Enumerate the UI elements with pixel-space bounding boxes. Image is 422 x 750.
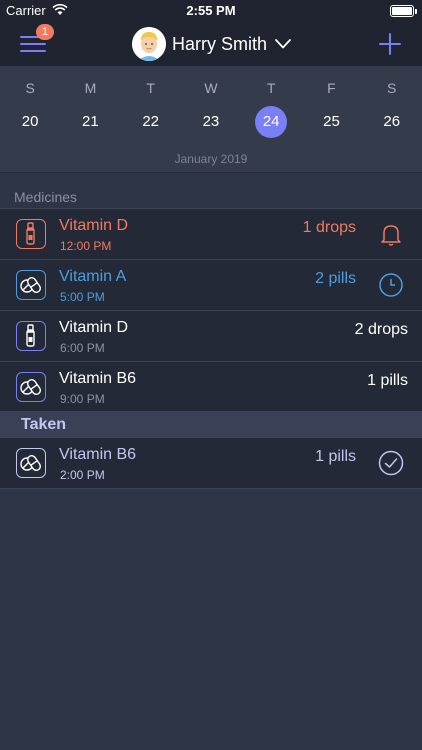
calendar-day[interactable]: 22 — [142, 113, 159, 130]
calendar-day[interactable]: 20 — [22, 113, 39, 130]
weekday-letter: T — [146, 80, 155, 96]
calendar-day-selected[interactable]: 24 — [255, 106, 288, 138]
bell-icon[interactable] — [378, 221, 404, 247]
notification-badge: 1 — [36, 24, 54, 40]
medicine-amount: 2 pills — [315, 270, 356, 287]
clock-icon[interactable] — [378, 272, 404, 298]
calendar-day[interactable]: 21 — [82, 113, 99, 130]
medicine-time: 9:00 PM — [60, 392, 105, 406]
status-bar: Carrier 2:55 PM — [0, 0, 422, 22]
taken-list: Vitamin B6 2:00 PM 1 pills — [0, 437, 422, 488]
pills-icon — [16, 270, 46, 300]
medicine-name: Vitamin B6 — [59, 370, 137, 387]
weekday-letters: S M T W T F S — [0, 80, 422, 98]
avatar — [132, 27, 166, 61]
chevron-down-icon — [275, 39, 291, 49]
section-title: Taken — [21, 416, 67, 433]
dropper-icon — [16, 219, 46, 249]
calendar-day[interactable]: 26 — [383, 113, 400, 130]
medicine-amount: 2 drops — [354, 321, 408, 338]
list-item[interactable]: Vitamin B6 2:00 PM 1 pills — [0, 437, 422, 488]
weekday-letter: S — [387, 80, 397, 96]
calendar-day[interactable]: 25 — [323, 113, 340, 130]
medicine-time: 12:00 PM — [60, 239, 112, 253]
pills-icon — [16, 448, 46, 478]
calendar-day[interactable]: 23 — [203, 113, 220, 130]
section-header-medicines: Medicines — [0, 172, 422, 208]
pills-icon — [16, 372, 46, 402]
section-header-taken: Taken — [0, 411, 422, 438]
list-item[interactable]: Vitamin B6 9:00 PM 1 pills — [0, 361, 422, 412]
divider — [0, 488, 422, 489]
list-item[interactable]: Vitamin D 6:00 PM 2 drops — [0, 310, 422, 361]
medicine-time: 5:00 PM — [60, 290, 105, 304]
medicine-name: Vitamin A — [59, 268, 127, 285]
medicines-list: Vitamin D 12:00 PM 1 drops Vitamin A 5:0… — [0, 208, 422, 412]
list-item[interactable]: Vitamin A 5:00 PM 2 pills — [0, 259, 422, 310]
weekday-letter: W — [204, 80, 218, 96]
month-label: January 2019 — [174, 152, 248, 166]
weekday-letter: M — [84, 80, 97, 96]
add-medicine-button[interactable] — [378, 32, 402, 56]
medicine-amount: 1 drops — [302, 219, 356, 236]
battery-icon — [390, 5, 417, 17]
weekday-letter: S — [25, 80, 35, 96]
dropper-icon — [16, 321, 46, 351]
medicine-name: Vitamin D — [59, 217, 129, 234]
medicine-amount: 1 pills — [367, 372, 408, 389]
medicine-name: Vitamin D — [59, 319, 129, 336]
medicine-time: 2:00 PM — [60, 468, 105, 482]
day-numbers: 20 21 22 23 24 25 26 — [0, 106, 422, 138]
navigation-bar: 1 Harry Smith — [0, 22, 422, 66]
list-item[interactable]: Vitamin D 12:00 PM 1 drops — [0, 208, 422, 259]
medicine-time: 6:00 PM — [60, 341, 105, 355]
user-name: Harry Smith — [172, 33, 268, 54]
weekday-letter: F — [327, 80, 336, 96]
status-time: 2:55 PM — [186, 3, 236, 18]
check-icon[interactable] — [378, 450, 404, 476]
week-calendar: S M T W T F S 20 21 22 23 24 25 26 Janua… — [0, 66, 422, 172]
user-selector[interactable]: Harry Smith — [132, 26, 291, 62]
section-title: Medicines — [14, 189, 78, 205]
medicine-name: Vitamin B6 — [59, 446, 137, 463]
weekday-letter: T — [266, 80, 276, 96]
medicine-amount: 1 pills — [315, 448, 356, 465]
